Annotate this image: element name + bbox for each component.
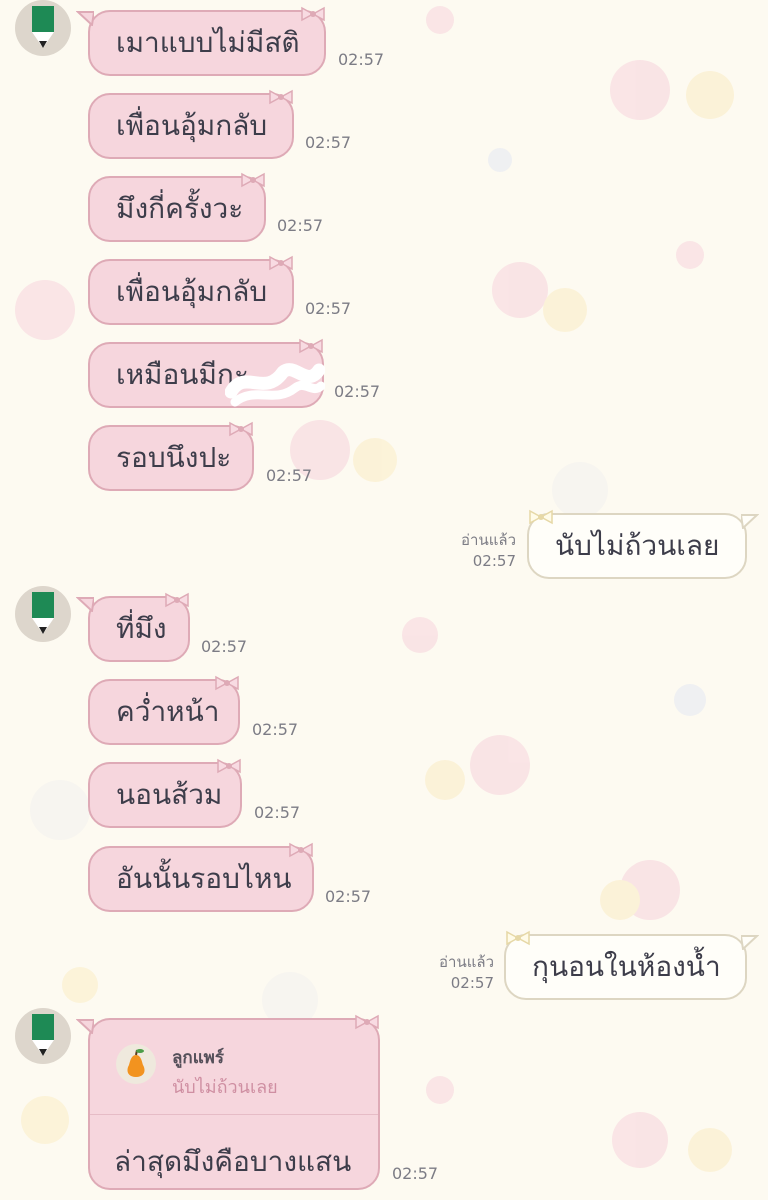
- bow-icon: [506, 930, 530, 946]
- bow-icon: [241, 172, 265, 188]
- message-text: เมาแบบไม่มีสติ: [116, 26, 300, 59]
- message-time: 02:57: [201, 637, 248, 656]
- bow-icon: [355, 1014, 379, 1030]
- message-text: นอนส้วม: [116, 778, 223, 811]
- message-time: 02:57: [450, 974, 494, 992]
- bubble-tail: [76, 1019, 94, 1034]
- message-text: นับไม่ถ้วนเลย: [555, 529, 720, 562]
- bow-icon: [301, 6, 325, 22]
- bow-icon: [217, 758, 241, 774]
- bow-icon: [215, 675, 239, 691]
- message-time: 02:57: [392, 1164, 439, 1183]
- message-bubble-incoming[interactable]: อันนั้นรอบไหน: [88, 846, 314, 912]
- contact-avatar[interactable]: [15, 0, 71, 56]
- message-time: 02:57: [277, 216, 324, 235]
- message-bubble-outgoing[interactable]: กุนอนในห้องน้ำ: [504, 934, 747, 1000]
- reply-message-bubble[interactable]: ลูกแพร์ นับไม่ถ้วนเลย ล่าสุดมึงคือบางแสน: [88, 1018, 380, 1190]
- censor-scribble: [225, 363, 325, 407]
- message-bubble-incoming[interactable]: เพื่อนอุ้มกลับ: [88, 93, 294, 159]
- message-time: 02:57: [338, 50, 385, 69]
- message-text: รอบนึงปะ: [116, 441, 232, 474]
- bubble-tail: [76, 597, 94, 612]
- read-receipt: อ่านแล้ว 02:57: [440, 530, 516, 572]
- read-receipt: อ่านแล้ว 02:57: [418, 952, 494, 994]
- message-time: 02:57: [266, 466, 313, 485]
- bow-icon: [165, 592, 189, 608]
- message-time: 02:57: [472, 552, 516, 570]
- message-text: มึงกี่ครั้งวะ: [116, 192, 244, 225]
- message-time: 02:57: [305, 133, 352, 152]
- contact-avatar[interactable]: [15, 586, 71, 642]
- bow-icon: [529, 509, 553, 525]
- message-text: อันนั้นรอบไหน: [116, 862, 292, 895]
- pear-icon: [116, 1044, 156, 1084]
- bow-icon: [269, 89, 293, 105]
- bow-icon: [269, 255, 293, 271]
- quoted-sender-name: ลูกแพร์: [172, 1048, 225, 1068]
- message-text: ที่มึง: [116, 612, 167, 645]
- message-text: กุนอนในห้องน้ำ: [532, 950, 721, 983]
- quoted-message[interactable]: ลูกแพร์ นับไม่ถ้วนเลย: [90, 1020, 378, 1115]
- contact-avatar[interactable]: [15, 1008, 71, 1064]
- message-time: 02:57: [334, 382, 381, 401]
- bow-icon: [229, 421, 253, 437]
- message-text: คว่ำหน้า: [116, 695, 220, 728]
- message-time: 02:57: [252, 720, 299, 739]
- quoted-text: นับไม่ถ้วนเลย: [172, 1077, 278, 1098]
- pencil-avatar-icon: [32, 592, 54, 634]
- message-bubble-outgoing[interactable]: นับไม่ถ้วนเลย: [527, 513, 747, 579]
- bow-icon: [289, 842, 313, 858]
- message-time: 02:57: [254, 803, 301, 822]
- bubble-tail: [741, 935, 759, 950]
- message-bubble-incoming[interactable]: เพื่อนอุ้มกลับ: [88, 259, 294, 325]
- message-text: เพื่อนอุ้มกลับ: [116, 275, 268, 308]
- message-text: ล่าสุดมึงคือบางแสน: [114, 1145, 352, 1178]
- pencil-avatar-icon: [32, 6, 54, 48]
- read-label: อ่านแล้ว: [461, 531, 516, 549]
- message-text: เพื่อนอุ้มกลับ: [116, 109, 268, 142]
- message-time: 02:57: [325, 887, 372, 906]
- bubble-tail: [76, 11, 94, 26]
- bow-icon: [299, 338, 323, 354]
- bubble-tail: [741, 514, 759, 529]
- message-bubble-incoming[interactable]: เมาแบบไม่มีสติ: [88, 10, 326, 76]
- read-label: อ่านแล้ว: [439, 953, 494, 971]
- message-time: 02:57: [305, 299, 352, 318]
- pencil-avatar-icon: [32, 1014, 54, 1056]
